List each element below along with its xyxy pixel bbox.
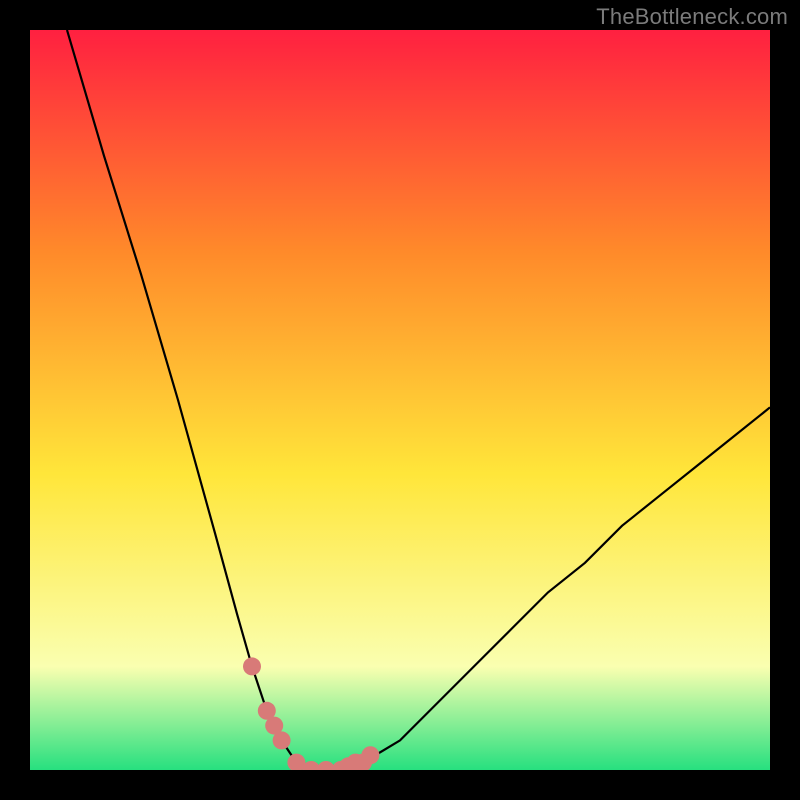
marker-dot (273, 731, 291, 749)
plot-area (30, 30, 770, 770)
bottleneck-chart (30, 30, 770, 770)
gradient-background (30, 30, 770, 770)
watermark-text: TheBottleneck.com (596, 4, 788, 30)
marker-dot (243, 657, 261, 675)
chart-frame: TheBottleneck.com (0, 0, 800, 800)
marker-dot (361, 746, 379, 764)
